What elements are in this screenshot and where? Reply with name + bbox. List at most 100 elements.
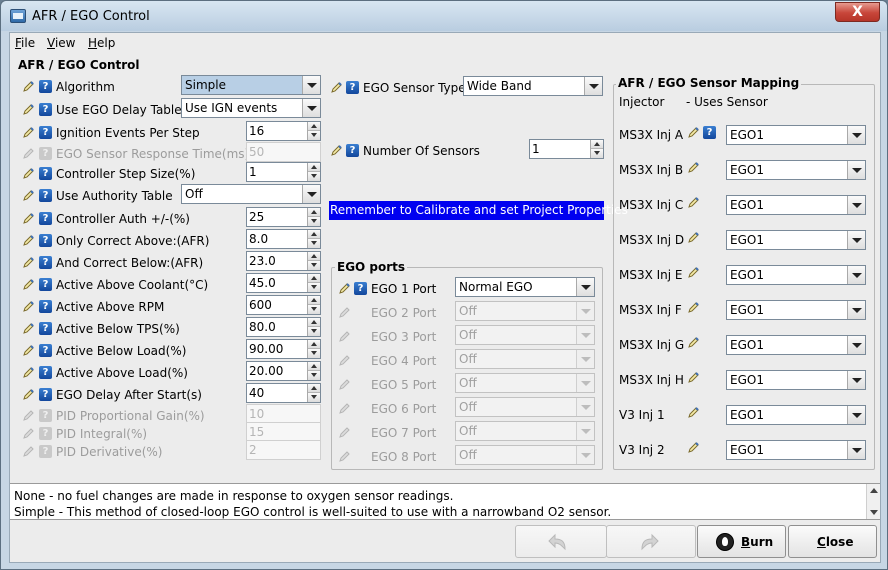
chevron-down-icon[interactable]	[847, 441, 865, 459]
injector-sensor-select[interactable]: EGO1	[726, 335, 866, 355]
setting-stepper[interactable]: 40	[246, 383, 321, 403]
help-icon[interactable]: ?	[39, 80, 52, 93]
ego-port-select[interactable]: Normal EGO	[455, 277, 595, 297]
redo-button[interactable]	[606, 525, 696, 558]
setting-stepper[interactable]: 45.0	[246, 273, 321, 293]
edit-pencil-icon[interactable]	[22, 103, 35, 116]
stepper-down-icon[interactable]	[308, 172, 320, 181]
help-icon[interactable]: ?	[346, 144, 359, 157]
stepper-down-icon[interactable]	[308, 349, 320, 358]
injector-sensor-select[interactable]: EGO1	[726, 125, 866, 145]
number-of-sensors-stepper[interactable]: 1	[529, 139, 604, 159]
edit-pencil-icon[interactable]	[687, 126, 700, 139]
help-icon[interactable]: ?	[39, 189, 52, 202]
setting-stepper[interactable]: 20.00	[246, 361, 321, 381]
stepper-down-icon[interactable]	[308, 327, 320, 336]
stepper-up-icon[interactable]	[308, 252, 320, 261]
help-icon[interactable]: ?	[39, 256, 52, 269]
stepper-up-icon[interactable]	[308, 340, 320, 349]
stepper-up-icon[interactable]	[308, 274, 320, 283]
help-icon[interactable]: ?	[39, 344, 52, 357]
chevron-down-icon[interactable]	[847, 231, 865, 249]
injector-sensor-select[interactable]: EGO1	[726, 440, 866, 460]
stepper-up-icon[interactable]	[308, 318, 320, 327]
edit-pencil-icon[interactable]	[22, 322, 35, 335]
setting-stepper[interactable]: 23.0	[246, 251, 321, 271]
description-area[interactable]: None - no fuel changes are made in respo…	[10, 483, 880, 520]
setting-stepper[interactable]: 90.00	[246, 339, 321, 359]
stepper-up-icon[interactable]	[308, 230, 320, 239]
stepper-up-icon[interactable]	[308, 384, 320, 393]
injector-sensor-select[interactable]: EGO1	[726, 160, 866, 180]
injector-sensor-select[interactable]: EGO1	[726, 230, 866, 250]
help-icon[interactable]: ?	[39, 126, 52, 139]
edit-pencil-icon[interactable]	[338, 282, 351, 295]
setting-stepper[interactable]: 8.0	[246, 229, 321, 249]
chevron-down-icon[interactable]	[847, 196, 865, 214]
menu-file[interactable]: File	[15, 36, 35, 50]
chevron-down-icon[interactable]	[847, 371, 865, 389]
title-bar[interactable]: AFR / EGO Control X	[1, 1, 887, 31]
help-icon[interactable]: ?	[703, 126, 716, 139]
chevron-down-icon[interactable]	[847, 126, 865, 144]
injector-sensor-select[interactable]: EGO1	[726, 405, 866, 425]
edit-pencil-icon[interactable]	[22, 278, 35, 291]
chevron-down-icon[interactable]	[847, 336, 865, 354]
edit-pencil-icon[interactable]	[687, 301, 700, 314]
stepper-down-icon[interactable]	[308, 131, 320, 140]
chevron-down-icon[interactable]	[302, 99, 320, 117]
setting-stepper[interactable]: 1	[246, 162, 321, 182]
stepper-up-icon[interactable]	[308, 296, 320, 305]
edit-pencil-icon[interactable]	[22, 300, 35, 313]
chevron-down-icon[interactable]	[584, 77, 602, 95]
stepper-down-icon[interactable]	[308, 283, 320, 292]
edit-pencil-icon[interactable]	[22, 344, 35, 357]
help-icon[interactable]: ?	[39, 103, 52, 116]
close-button[interactable]: Close	[788, 525, 877, 558]
menu-view[interactable]: View	[47, 36, 75, 50]
ego-sensor-type-select[interactable]: Wide Band	[463, 76, 603, 96]
edit-pencil-icon[interactable]	[687, 161, 700, 174]
stepper-up-icon[interactable]	[308, 122, 320, 131]
injector-sensor-select[interactable]: EGO1	[726, 265, 866, 285]
edit-pencil-icon[interactable]	[330, 81, 343, 94]
chevron-down-icon[interactable]	[576, 278, 594, 296]
setting-select[interactable]: Use IGN events	[181, 98, 321, 118]
burn-button[interactable]: Burn	[697, 525, 786, 558]
stepper-down-icon[interactable]	[308, 393, 320, 402]
stepper-up-icon[interactable]	[308, 362, 320, 371]
edit-pencil-icon[interactable]	[687, 441, 700, 454]
help-icon[interactable]: ?	[39, 388, 52, 401]
chevron-down-icon[interactable]	[847, 406, 865, 424]
edit-pencil-icon[interactable]	[687, 231, 700, 244]
setting-stepper[interactable]: 25	[246, 207, 321, 227]
injector-sensor-select[interactable]: EGO1	[726, 370, 866, 390]
stepper-up-icon[interactable]	[308, 208, 320, 217]
scroll-up-icon[interactable]	[870, 488, 878, 493]
edit-pencil-icon[interactable]	[22, 256, 35, 269]
help-icon[interactable]: ?	[354, 282, 367, 295]
stepper-down-icon[interactable]	[308, 371, 320, 380]
edit-pencil-icon[interactable]	[330, 144, 343, 157]
help-icon[interactable]: ?	[39, 366, 52, 379]
window-close-button[interactable]: X	[835, 2, 880, 22]
injector-sensor-select[interactable]: EGO1	[726, 195, 866, 215]
chevron-down-icon[interactable]	[847, 266, 865, 284]
edit-pencil-icon[interactable]	[22, 234, 35, 247]
stepper-down-icon[interactable]	[308, 217, 320, 226]
edit-pencil-icon[interactable]	[687, 196, 700, 209]
stepper-up-icon[interactable]	[591, 140, 603, 149]
stepper-down-icon[interactable]	[591, 149, 603, 158]
chevron-down-icon[interactable]	[847, 161, 865, 179]
setting-stepper[interactable]: 600	[246, 295, 321, 315]
description-scrollbar[interactable]	[866, 484, 880, 519]
chevron-down-icon[interactable]	[302, 185, 320, 203]
edit-pencil-icon[interactable]	[687, 371, 700, 384]
edit-pencil-icon[interactable]	[687, 266, 700, 279]
edit-pencil-icon[interactable]	[22, 126, 35, 139]
edit-pencil-icon[interactable]	[22, 189, 35, 202]
setting-stepper[interactable]: 16	[246, 121, 321, 141]
edit-pencil-icon[interactable]	[687, 336, 700, 349]
help-icon[interactable]: ?	[346, 81, 359, 94]
help-icon[interactable]: ?	[39, 278, 52, 291]
